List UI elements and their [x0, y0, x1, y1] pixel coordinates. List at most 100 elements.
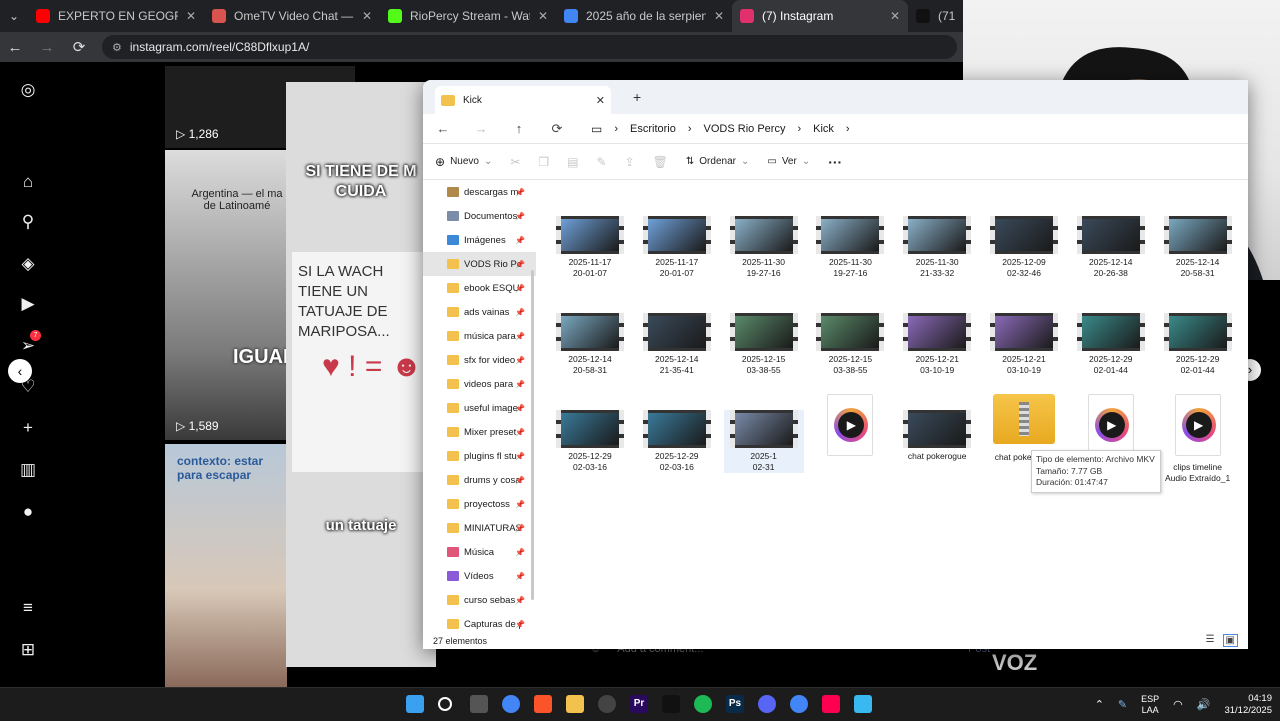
- back-arrow-icon[interactable]: ←: [6, 39, 24, 56]
- search-icon[interactable]: ⚲: [18, 212, 38, 232]
- video-file-item[interactable]: 2025-1 02-31: [723, 410, 804, 473]
- video-file-item[interactable]: chat pokerogue: [897, 410, 977, 462]
- video-file-item[interactable]: 2025-11-30 19-27-16: [810, 216, 890, 279]
- grid-tile[interactable]: contexto: estar para escapar: [165, 444, 287, 687]
- pen-icon[interactable]: ✎: [1118, 698, 1127, 711]
- sidebar-item[interactable]: proyectoss 📌: [423, 492, 536, 516]
- sidebar-item[interactable]: Vídeos 📌: [423, 564, 536, 588]
- create-icon[interactable]: +: [18, 418, 38, 438]
- sidebar-item[interactable]: descargas m 📌: [423, 180, 536, 204]
- sidebar-scrollbar[interactable]: [531, 270, 534, 600]
- reels-icon[interactable]: ▶: [18, 294, 38, 314]
- close-tab-icon[interactable]: ✕: [538, 9, 548, 23]
- breadcrumb-item[interactable]: Kick: [813, 123, 834, 135]
- breadcrumb-item[interactable]: Escritorio: [630, 123, 676, 135]
- search-taskbar-icon[interactable]: [438, 697, 452, 711]
- details-view-icon[interactable]: ☰: [1206, 634, 1215, 647]
- browser-tab[interactable]: 2025 año de la serpiente - Busc ✕: [556, 0, 732, 32]
- share-icon[interactable]: ⇪: [625, 155, 635, 169]
- spotify-taskbar-icon[interactable]: [694, 695, 712, 713]
- close-tab-icon[interactable]: ✕: [186, 9, 196, 23]
- up-arrow-icon[interactable]: ↑: [509, 121, 529, 136]
- tiles-view-icon[interactable]: ▣: [1222, 634, 1238, 647]
- language-indicator[interactable]: ESP LAA: [1141, 694, 1159, 716]
- media-file-item[interactable]: ▶ clips timeline Audio Extraído_1: [1158, 394, 1238, 484]
- browser-tab[interactable]: EXPERTO EN GEOGRAFÍA JUEG... ✕: [28, 0, 204, 32]
- sidebar-item[interactable]: curso sebas 📌: [423, 588, 536, 612]
- sidebar-item[interactable]: Imágenes 📌: [423, 228, 536, 252]
- instagram-logo-icon[interactable]: ◎: [18, 80, 38, 100]
- rename-icon[interactable]: ✎: [597, 155, 607, 169]
- delete-icon[interactable]: 🗑: [653, 155, 668, 169]
- explore-icon[interactable]: ◈: [18, 254, 38, 274]
- breadcrumb-item[interactable]: VODS Rio Percy: [704, 123, 786, 135]
- chrome-2-taskbar-icon[interactable]: [790, 695, 808, 713]
- explorer-tab[interactable]: Kick ✕: [435, 86, 611, 114]
- video-file-item[interactable]: 2025-12-14 20-58-31: [550, 313, 630, 376]
- close-tab-icon[interactable]: ✕: [714, 9, 724, 23]
- sidebar-item[interactable]: drums y cosa 📌: [423, 468, 536, 492]
- sidebar-item[interactable]: videos para 📌: [423, 372, 536, 396]
- forward-arrow-icon[interactable]: →: [471, 121, 491, 136]
- video-file-item[interactable]: 2025-11-30 19-27-16: [724, 216, 804, 279]
- refresh-icon[interactable]: ⟳: [547, 121, 567, 137]
- new-tab-icon[interactable]: +: [633, 89, 641, 105]
- video-file-item[interactable]: 2025-12-15 03-38-55: [724, 313, 804, 376]
- notepad-taskbar-icon[interactable]: [854, 695, 872, 713]
- volume-icon[interactable]: 🔊: [1197, 698, 1211, 711]
- file-explorer-taskbar-icon[interactable]: [566, 695, 584, 713]
- view-button[interactable]: ▭ Ver ⌄: [767, 156, 810, 167]
- grid-tile[interactable]: Argentina — el ma de Latinoamé IGUAL: [165, 150, 287, 440]
- forward-arrow-icon[interactable]: →: [38, 39, 56, 56]
- chrome-taskbar-icon[interactable]: [502, 695, 520, 713]
- photoshop-taskbar-icon[interactable]: Ps: [726, 695, 744, 713]
- browser-tab[interactable]: (71)Rio P: [908, 0, 963, 32]
- close-tab-icon[interactable]: ✕: [362, 9, 372, 23]
- browser-tab[interactable]: (7) Instagram ✕: [732, 0, 908, 32]
- sidebar-item[interactable]: Capturas de pa📌: [423, 612, 536, 632]
- video-file-item[interactable]: 2025-12-29 02-03-16: [637, 410, 717, 473]
- sidebar-item[interactable]: useful image 📌: [423, 396, 536, 420]
- video-file-item[interactable]: 2025-11-30 21-33-32: [897, 216, 977, 279]
- home-icon[interactable]: ⌂: [18, 172, 38, 192]
- close-tab-icon[interactable]: ✕: [596, 94, 605, 107]
- video-file-item[interactable]: 2025-11-17 20-01-07: [637, 216, 717, 279]
- video-file-item[interactable]: 2025-12-14 20-26-38: [1071, 216, 1151, 279]
- video-file-item[interactable]: 2025-12-29 02-01-44: [1071, 313, 1151, 376]
- media-file-item[interactable]: ▶: [810, 394, 890, 462]
- video-file-item[interactable]: 2025-12-14 20-58-31: [1158, 216, 1238, 279]
- sidebar-item[interactable]: música para 📌: [423, 324, 536, 348]
- task-view-taskbar-icon[interactable]: [470, 695, 488, 713]
- sidebar-item[interactable]: Música 📌: [423, 540, 536, 564]
- sidebar-item[interactable]: MINIATURAS 📌: [423, 516, 536, 540]
- apps-icon[interactable]: ⊞: [18, 640, 38, 660]
- messages-icon[interactable]: ➢ 7: [18, 330, 41, 356]
- sidebar-item[interactable]: ads vainas 📌: [423, 300, 536, 324]
- tab-search-chevron-icon[interactable]: ⌄: [0, 9, 28, 23]
- tiktok-taskbar-icon[interactable]: [822, 695, 840, 713]
- sidebar-item[interactable]: Documentos 📌: [423, 204, 536, 228]
- tray-chevron-icon[interactable]: ⌃: [1095, 698, 1104, 711]
- video-file-item[interactable]: 2025-12-15 03-38-55: [810, 313, 890, 376]
- browser-tab[interactable]: RioPercy Stream - Watch Live o ✕: [380, 0, 556, 32]
- capcut-taskbar-icon[interactable]: [662, 695, 680, 713]
- previous-reel-button[interactable]: ‹: [8, 359, 32, 383]
- sort-button[interactable]: ⇅ Ordenar ⌄: [686, 156, 749, 167]
- start-taskbar-icon[interactable]: [406, 695, 424, 713]
- dashboard-icon[interactable]: ▥: [18, 460, 38, 480]
- video-file-item[interactable]: 2025-12-29 02-01-44: [1158, 313, 1238, 376]
- clock[interactable]: 04:19 31/12/2025: [1224, 693, 1272, 717]
- brave-taskbar-icon[interactable]: [534, 695, 552, 713]
- browser-tab[interactable]: OmeTV Video Chat — Ome ✕: [204, 0, 380, 32]
- video-file-item[interactable]: 2025-12-29 02-03-16: [550, 410, 630, 473]
- sidebar-item[interactable]: ebook ESQU 📌: [423, 276, 536, 300]
- discord-taskbar-icon[interactable]: [758, 695, 776, 713]
- paste-icon[interactable]: ▤: [567, 155, 578, 169]
- video-file-item[interactable]: 2025-12-21 03-10-19: [984, 313, 1064, 376]
- video-file-item[interactable]: 2025-12-14 21-35-41: [637, 313, 717, 376]
- wifi-icon[interactable]: ◠: [1173, 698, 1183, 711]
- back-arrow-icon[interactable]: ←: [433, 121, 453, 136]
- sidebar-item[interactable]: Mixer preset 📌: [423, 420, 536, 444]
- video-file-item[interactable]: 2025-12-09 02-32-46: [984, 216, 1064, 279]
- video-file-item[interactable]: 2025-12-21 03-10-19: [897, 313, 977, 376]
